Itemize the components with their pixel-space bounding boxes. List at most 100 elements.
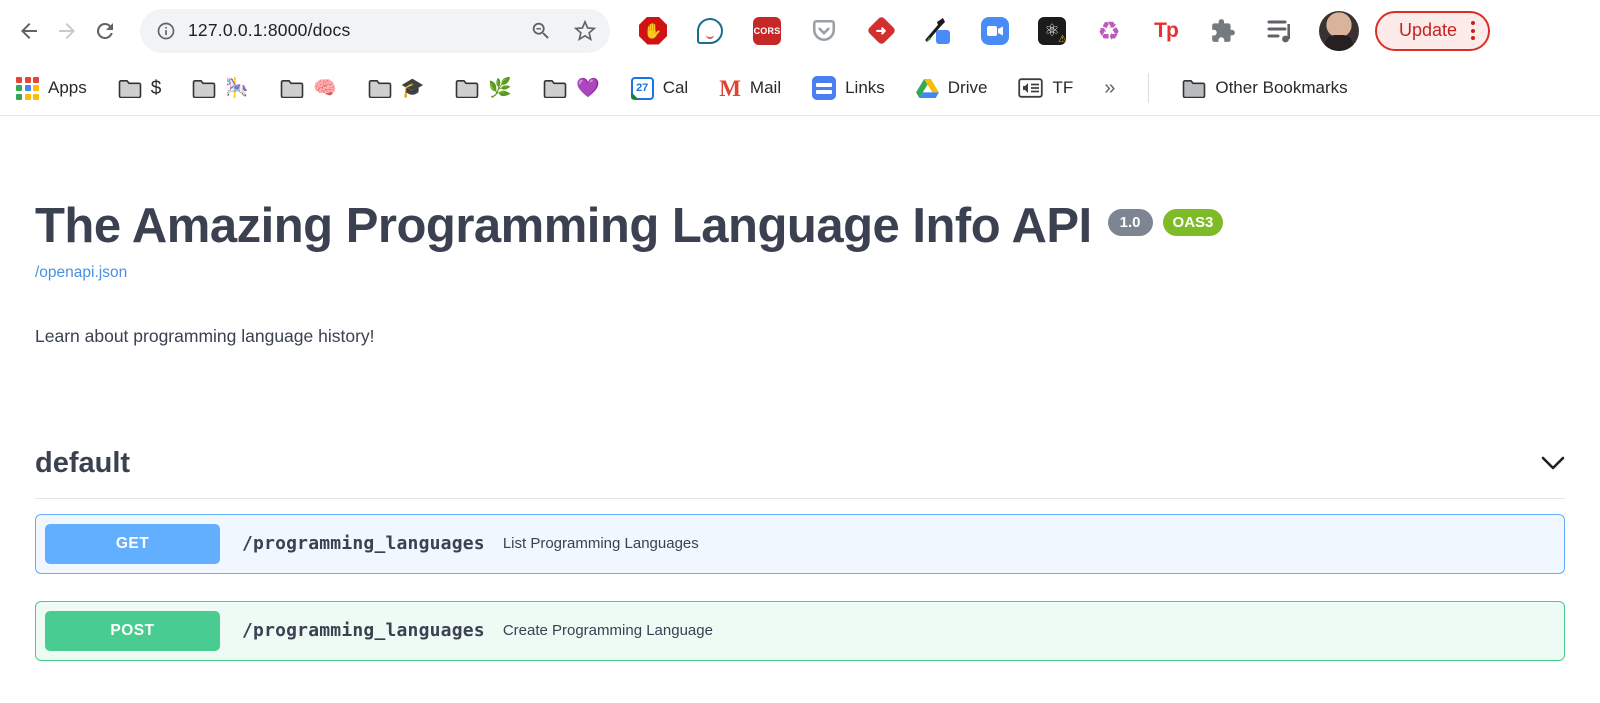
bookmark-folder-brain[interactable]: 🧠 xyxy=(280,79,337,98)
folder-tag: 🎠 xyxy=(225,79,249,98)
links-icon xyxy=(812,76,836,100)
address-bar[interactable]: 127.0.0.1:8000/docs xyxy=(140,9,610,53)
folder-icon xyxy=(192,79,216,98)
extensions-row: ✋ CORS ➜ ⚛⚠ ♻ Tp xyxy=(638,16,1295,46)
openapi-spec-link[interactable]: /openapi.json xyxy=(35,264,127,282)
folder-tag: 🧠 xyxy=(313,79,337,98)
recycle-glyph: ♻ xyxy=(1097,18,1120,44)
announcement-card-icon xyxy=(1018,78,1043,98)
update-button[interactable]: Update xyxy=(1375,11,1490,51)
hand-glyph: ✋ xyxy=(644,22,663,40)
video-camera-icon xyxy=(987,25,1003,37)
menu-kebab-icon[interactable] xyxy=(1471,21,1475,40)
bookmark-drive[interactable]: Drive xyxy=(916,78,988,99)
react-devtools-extension-icon[interactable]: ⚛⚠ xyxy=(1037,16,1067,46)
folder-icon xyxy=(455,79,479,98)
cors-extension-icon[interactable]: CORS xyxy=(752,16,782,46)
tag-section-default: default GET /programming_languages List … xyxy=(35,437,1565,661)
bookmark-label: Drive xyxy=(948,78,988,98)
api-description: Learn about programming language history… xyxy=(35,326,1565,347)
warning-glyph: ⚠ xyxy=(1058,34,1067,45)
tp-extension-icon[interactable]: Tp xyxy=(1151,16,1181,46)
opblock-post-programming-languages[interactable]: POST /programming_languages Create Progr… xyxy=(35,601,1565,661)
swagger-docs-page: The Amazing Programming Language Info AP… xyxy=(0,116,1600,661)
drive-icon xyxy=(916,78,939,99)
apps-label: Apps xyxy=(48,78,87,98)
folder-tag: 🌿 xyxy=(488,79,512,98)
playlist-icon xyxy=(1266,18,1294,44)
back-arrow-icon xyxy=(17,19,41,43)
zoom-video-extension-icon[interactable] xyxy=(980,16,1010,46)
folder-icon xyxy=(543,79,567,98)
bookmark-label: Links xyxy=(845,78,885,98)
arrow-glyph: ➜ xyxy=(876,23,887,39)
zoom-out-icon[interactable] xyxy=(530,20,552,42)
reload-icon xyxy=(93,19,117,43)
gmail-icon: M xyxy=(719,77,741,100)
get-method-button[interactable]: GET xyxy=(45,524,220,564)
folder-tag: $ xyxy=(151,79,162,98)
bookmark-label: Cal xyxy=(663,78,689,98)
bookmark-folder-grad-cap[interactable]: 🎓 xyxy=(368,79,425,98)
bookmarks-bar: Apps $ 🎠 🧠 🎓 🌿 💜 27 Cal M Mail Links Dri… xyxy=(0,61,1600,116)
bookmark-label: Mail xyxy=(750,78,781,98)
folder-icon xyxy=(368,79,392,98)
red-diamond-arrow-extension-icon[interactable]: ➜ xyxy=(866,16,896,46)
chevron-down-icon[interactable] xyxy=(1541,456,1565,470)
tag-name: default xyxy=(35,447,130,480)
bookmarks-overflow-chevron[interactable]: » xyxy=(1104,77,1115,100)
folder-icon xyxy=(280,79,304,98)
endpoint-summary: List Programming Languages xyxy=(503,535,699,552)
api-badges: 1.0 OAS3 xyxy=(1108,209,1224,236)
apps-shortcut[interactable]: Apps xyxy=(16,77,87,100)
url-text[interactable]: 127.0.0.1:8000/docs xyxy=(188,20,530,41)
profile-avatar[interactable] xyxy=(1319,11,1359,51)
opblock-get-programming-languages[interactable]: GET /programming_languages List Programm… xyxy=(35,514,1565,574)
post-method-button[interactable]: POST xyxy=(45,611,220,651)
endpoint-path: /programming_languages xyxy=(242,533,485,554)
forward-arrow-icon xyxy=(55,19,79,43)
folder-icon xyxy=(1182,79,1206,98)
folder-tag: 💜 xyxy=(576,79,600,98)
shield-chevron-icon xyxy=(811,18,837,44)
page-title: The Amazing Programming Language Info AP… xyxy=(35,200,1092,254)
puzzle-icon xyxy=(1210,18,1236,44)
oas3-badge: OAS3 xyxy=(1163,209,1224,236)
update-label: Update xyxy=(1399,20,1457,41)
calendar-icon: 27 xyxy=(631,77,654,100)
adblock-extension-icon[interactable]: ✋ xyxy=(638,16,668,46)
bookmark-folder-purple-heart[interactable]: 💜 xyxy=(543,79,600,98)
bookmark-folder-carousel[interactable]: 🎠 xyxy=(192,79,249,98)
tag-section-header[interactable]: default xyxy=(35,437,1565,499)
bookmark-folder-herb[interactable]: 🌿 xyxy=(455,79,512,98)
forward-button[interactable] xyxy=(48,12,86,50)
extensions-puzzle-icon[interactable] xyxy=(1208,16,1238,46)
bookmark-tf[interactable]: TF xyxy=(1018,78,1073,98)
reload-button[interactable] xyxy=(86,12,124,50)
browser-toolbar: 127.0.0.1:8000/docs ✋ CORS ➜ ⚛⚠ ♻ Tp Upd… xyxy=(0,0,1600,61)
chat-bubble-extension-icon[interactable] xyxy=(695,16,725,46)
apps-grid-icon xyxy=(16,77,39,100)
pocket-extension-icon[interactable] xyxy=(809,16,839,46)
version-badge: 1.0 xyxy=(1108,209,1153,236)
bookmark-folder-dollar[interactable]: $ xyxy=(118,79,162,98)
folder-icon xyxy=(118,79,142,98)
playlist-extension-icon[interactable] xyxy=(1265,16,1295,46)
api-title-row: The Amazing Programming Language Info AP… xyxy=(35,200,1565,254)
bookmark-calendar[interactable]: 27 Cal xyxy=(631,77,689,100)
back-button[interactable] xyxy=(10,12,48,50)
bookmarks-divider xyxy=(1148,73,1149,103)
bookmark-links[interactable]: Links xyxy=(812,76,885,100)
eyedropper-icon xyxy=(923,16,953,46)
page-info-icon[interactable] xyxy=(156,21,176,41)
bookmark-star-icon[interactable] xyxy=(574,20,596,42)
bookmark-mail[interactable]: M Mail xyxy=(719,77,781,100)
other-bookmarks-label: Other Bookmarks xyxy=(1215,78,1347,98)
eyedropper-extension-icon[interactable] xyxy=(923,16,953,46)
bookmark-label: TF xyxy=(1052,78,1073,98)
purple-recycle-extension-icon[interactable]: ♻ xyxy=(1094,16,1124,46)
endpoint-path: /programming_languages xyxy=(242,620,485,641)
endpoint-summary: Create Programming Language xyxy=(503,622,713,639)
other-bookmarks[interactable]: Other Bookmarks xyxy=(1182,78,1347,98)
folder-tag: 🎓 xyxy=(401,79,425,98)
